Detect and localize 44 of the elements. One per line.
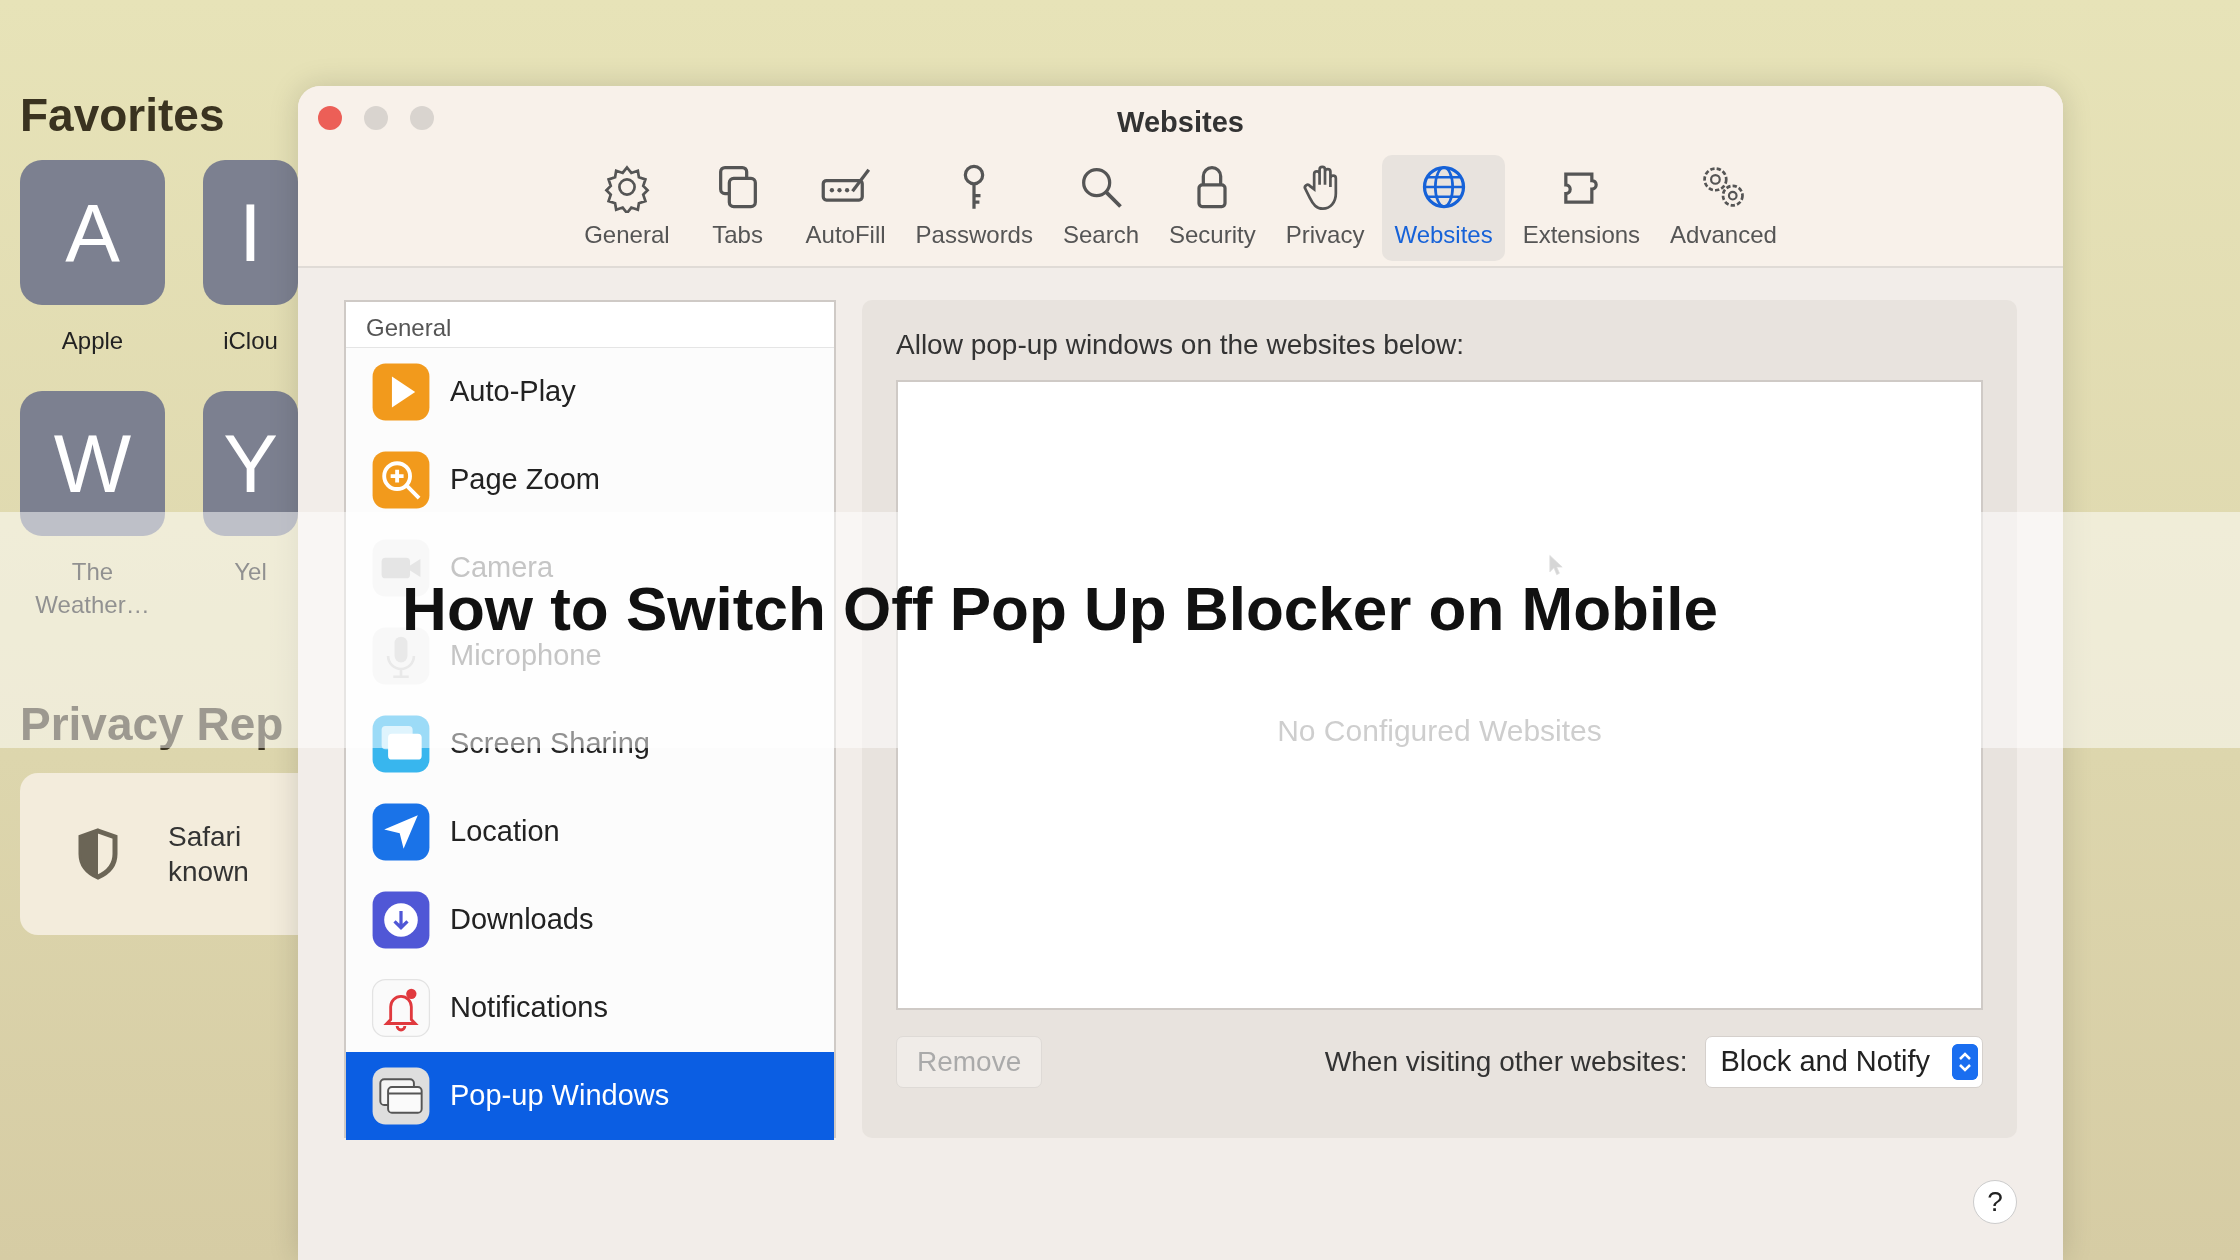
help-button[interactable]: ? — [1973, 1180, 2017, 1224]
toolbar-tab[interactable]: Search — [1050, 154, 1151, 261]
bell-icon — [370, 977, 432, 1039]
zoom-button[interactable] — [410, 106, 434, 130]
favorite-tile[interactable]: A — [20, 160, 165, 305]
toolbar-tab[interactable]: AutoFill — [793, 154, 898, 261]
sidebar-item[interactable]: Downloads — [346, 876, 834, 964]
window-title: Websites — [1117, 105, 1244, 140]
download-icon — [370, 889, 432, 951]
windows-icon — [370, 713, 432, 775]
popup-dropdown[interactable]: Block and Notify — [1705, 1036, 1983, 1088]
tile-label: The Weather… — [34, 557, 151, 620]
toolbar-tab[interactable]: Extensions — [1510, 154, 1653, 261]
panel-label: Allow pop-up windows on the websites below: — [896, 328, 1466, 362]
tile-label: Yel — [233, 557, 268, 588]
toolbar-tab[interactable]: Advanced — [1658, 154, 1789, 261]
sidebar-item[interactable]: Pop-up Windows — [346, 1052, 834, 1140]
favorite-tile[interactable]: I — [203, 160, 298, 305]
close-button[interactable] — [318, 106, 342, 130]
toolbar-tab[interactable]: Privacy — [1273, 154, 1377, 261]
shield-icon — [78, 828, 118, 881]
toolbar-tab[interactable]: Tabs — [687, 154, 788, 261]
pointer-icon — [1548, 554, 1564, 576]
sidebar-item[interactable]: Auto-Play — [346, 348, 834, 436]
toolbar-tab[interactable]: General — [572, 154, 682, 261]
privacy-text: Safari known — [168, 820, 249, 890]
toolbar-tab[interactable]: Security — [1157, 154, 1268, 261]
section-heading: Favorites — [20, 92, 226, 138]
favorite-tile[interactable]: Y — [203, 391, 298, 537]
zoom-in-icon — [370, 449, 432, 511]
play-icon — [370, 361, 432, 423]
minimize-button[interactable] — [364, 106, 388, 130]
toolbar-tab[interactable]: Passwords — [903, 154, 1045, 261]
sidebar-item[interactable]: Page Zoom — [346, 436, 834, 524]
dropdown-label: When visiting other websites: — [1324, 1045, 1688, 1079]
section-heading: Privacy Rep — [20, 701, 285, 748]
sidebar-item[interactable]: Notifications — [346, 964, 834, 1052]
stepper-icon — [1952, 1044, 1978, 1080]
tile-label: iClou — [222, 326, 279, 356]
popup-windows-icon — [370, 1065, 432, 1127]
toolbar-tab[interactable]: Websites — [1382, 154, 1505, 261]
tile-label: Apple — [60, 326, 125, 356]
favorite-tile[interactable]: W — [20, 391, 165, 537]
sidebar-item[interactable]: Location — [346, 788, 834, 876]
